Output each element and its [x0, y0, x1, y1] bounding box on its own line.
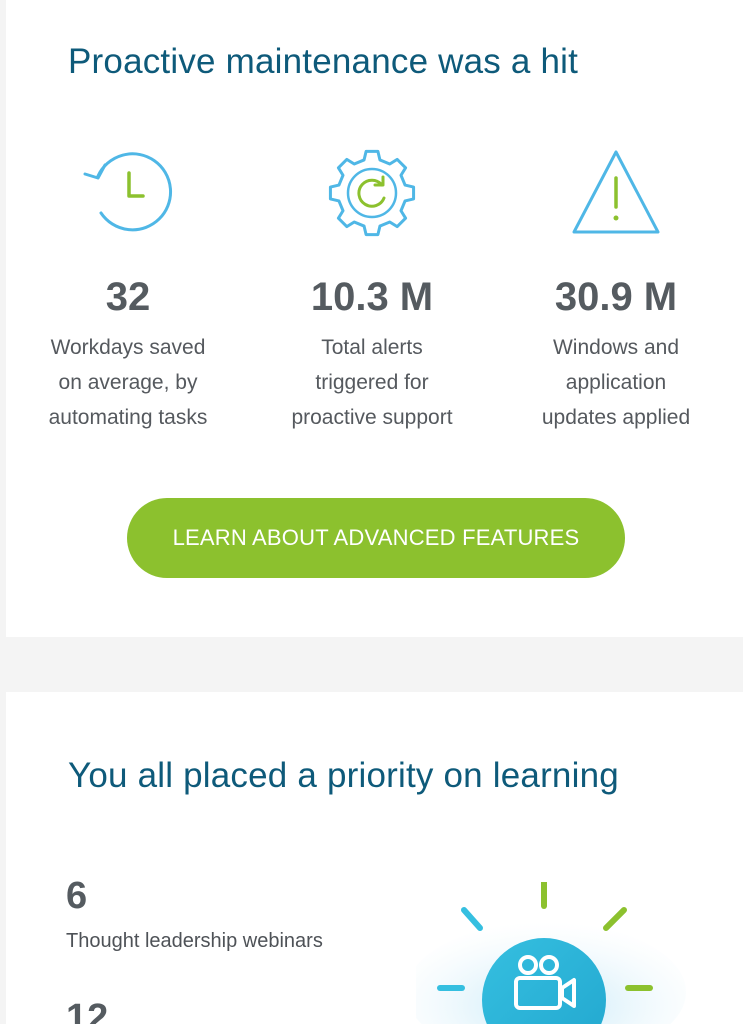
stat-value: 32	[105, 275, 151, 319]
stat-value: 6	[66, 875, 88, 917]
stat-workdays-saved: 32 Workdays saved on average, by automat…	[8, 140, 248, 435]
gear-refresh-icon	[328, 149, 416, 237]
stat-updates-applied: 30.9 M Windows and application updates a…	[496, 140, 736, 435]
clock-history-icon	[83, 152, 173, 232]
stat-label: Total alerts triggered for proactive sup…	[291, 336, 453, 429]
stat-value: 10.3 M	[310, 275, 434, 319]
maintenance-section: Proactive maintenance was a hit 32 Workd…	[6, 0, 743, 637]
learning-section: You all placed a priority on learning 6 …	[6, 692, 743, 1024]
learning-title: You all placed a priority on learning	[68, 756, 619, 795]
stat-label: Windows and application updates applied	[541, 336, 691, 429]
learn-advanced-features-button[interactable]: LEARN ABOUT ADVANCED FEATURES	[127, 498, 625, 578]
learning-stat-second: 12	[66, 998, 108, 1024]
stat-label: Workdays saved on average, by automating…	[48, 336, 208, 429]
stat-label: Thought leadership webinars	[66, 930, 323, 952]
stat-value: 12	[66, 997, 109, 1024]
warning-triangle-icon	[572, 150, 660, 234]
stat-value: 30.9 M	[554, 275, 678, 319]
learning-stat-webinars: 6 Thought leadership webinars	[66, 876, 323, 953]
maintenance-title: Proactive maintenance was a hit	[68, 42, 579, 81]
video-camera-icon	[416, 882, 686, 1024]
stat-total-alerts: 10.3 M Total alerts triggered for proact…	[252, 140, 492, 435]
